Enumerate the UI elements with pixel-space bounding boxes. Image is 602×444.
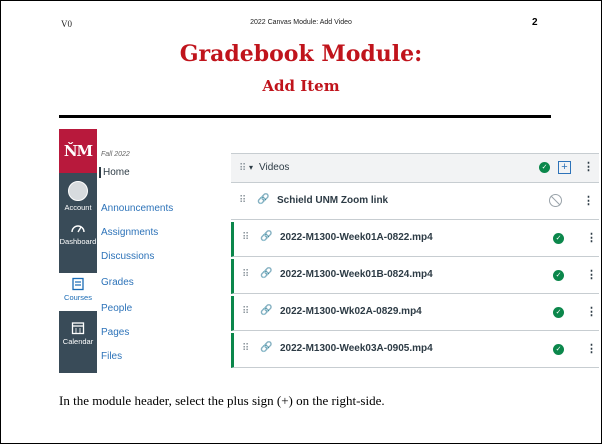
instruction-caption: In the module header, select the plus si… bbox=[59, 393, 385, 408]
published-check-icon[interactable]: ✓ bbox=[553, 307, 564, 318]
calendar-icon bbox=[71, 322, 85, 335]
course-nav-home[interactable]: Home bbox=[99, 167, 130, 178]
slide-header: 2022 Canvas Module: Add Video bbox=[250, 19, 352, 26]
attachment-icon: 🔗 bbox=[260, 268, 273, 279]
module-options-icon[interactable]: ⋮ bbox=[583, 160, 594, 173]
drag-handle-icon[interactable]: ⠿ bbox=[239, 163, 246, 174]
course-nav-discussions[interactable]: Discussions bbox=[101, 251, 154, 262]
drag-handle-icon[interactable]: ⠿ bbox=[239, 195, 246, 206]
drag-handle-icon[interactable]: ⠿ bbox=[242, 343, 249, 354]
global-nav-label: Courses bbox=[64, 293, 92, 302]
drag-handle-icon[interactable]: ⠿ bbox=[242, 306, 249, 317]
collapse-caret-icon[interactable]: ▾ bbox=[249, 163, 253, 172]
course-nav-pages[interactable]: Pages bbox=[101, 327, 129, 338]
module-item-title[interactable]: 2022-M1300-Wk02A-0829.mp4 bbox=[280, 306, 422, 317]
global-nav-label: Dashboard bbox=[59, 237, 97, 246]
title-divider bbox=[59, 115, 551, 118]
item-options-icon[interactable]: ⋮ bbox=[583, 194, 594, 207]
published-check-icon[interactable]: ✓ bbox=[539, 162, 550, 173]
published-check-icon[interactable]: ✓ bbox=[553, 344, 564, 355]
avatar-icon bbox=[68, 181, 88, 201]
item-options-icon[interactable]: ⋮ bbox=[586, 342, 597, 355]
module-item-title[interactable]: 2022-M1300-Week01B-0824.mp4 bbox=[280, 269, 433, 280]
slide-title: Gradebook Module: bbox=[179, 41, 423, 67]
item-options-icon[interactable]: ⋮ bbox=[586, 231, 597, 244]
module-item-row[interactable]: ⠿ 🔗 2022-M1300-Week01A-0822.mp4 ✓ ⋮ bbox=[231, 222, 599, 257]
global-nav-account[interactable]: Account bbox=[59, 181, 97, 212]
module-item-row[interactable]: ⠿ 🔗 2022-M1300-Wk02A-0829.mp4 ✓ ⋮ bbox=[231, 296, 599, 331]
module-header[interactable]: ⠿ ▾ Videos ✓ + ⋮ bbox=[231, 153, 599, 183]
slide-subtitle: Add Item bbox=[262, 77, 340, 95]
attachment-icon: 🔗 bbox=[260, 305, 273, 316]
item-options-icon[interactable]: ⋮ bbox=[586, 268, 597, 281]
module-item-row[interactable]: ⠿ 🔗 Schield UNM Zoom link ⋮ bbox=[231, 185, 599, 220]
module-item-row[interactable]: ⠿ 🔗 2022-M1300-Week03A-0905.mp4 ✓ ⋮ bbox=[231, 333, 599, 368]
published-check-icon[interactable]: ✓ bbox=[553, 233, 564, 244]
global-nav-label: Calendar bbox=[62, 337, 94, 346]
canvas-screenshot: ŇM Account Dashboard Courses Calendar Fa… bbox=[59, 129, 599, 373]
course-nav-announcements[interactable]: Announcements bbox=[101, 203, 173, 214]
global-nav: ŇM Account Dashboard Courses Calendar bbox=[59, 129, 97, 373]
course-nav-people[interactable]: People bbox=[101, 303, 132, 314]
slide: V0 2022 Canvas Module: Add Video 2 Grade… bbox=[0, 0, 602, 444]
page-number: 2 bbox=[532, 17, 538, 28]
global-nav-courses[interactable]: Courses bbox=[59, 273, 97, 311]
modules-list: ⠿ ▾ Videos ✓ + ⋮ ⠿ 🔗 Schield UNM Zoom li… bbox=[231, 129, 599, 373]
attachment-icon: 🔗 bbox=[260, 231, 273, 242]
attachment-icon: 🔗 bbox=[260, 342, 273, 353]
unm-logo[interactable]: ŇM bbox=[59, 129, 97, 173]
link-icon: 🔗 bbox=[257, 194, 270, 205]
global-nav-label: Account bbox=[64, 203, 92, 212]
add-item-plus-icon[interactable]: + bbox=[558, 161, 571, 174]
global-nav-calendar[interactable]: Calendar bbox=[59, 321, 97, 346]
dashboard-icon bbox=[71, 225, 85, 233]
term-label: Fall 2022 bbox=[101, 151, 130, 158]
item-options-icon[interactable]: ⋮ bbox=[586, 305, 597, 318]
module-item-title[interactable]: 2022-M1300-Week01A-0822.mp4 bbox=[280, 232, 433, 243]
published-check-icon[interactable]: ✓ bbox=[553, 270, 564, 281]
course-nav-assignments[interactable]: Assignments bbox=[101, 227, 158, 238]
module-item-title[interactable]: Schield UNM Zoom link bbox=[277, 195, 388, 206]
module-item-row[interactable]: ⠿ 🔗 2022-M1300-Week01B-0824.mp4 ✓ ⋮ bbox=[231, 259, 599, 294]
drag-handle-icon[interactable]: ⠿ bbox=[242, 269, 249, 280]
unpublished-icon[interactable] bbox=[549, 194, 562, 207]
course-nav-grades[interactable]: Grades bbox=[101, 277, 134, 288]
module-title: Videos bbox=[259, 162, 290, 173]
global-nav-dashboard[interactable]: Dashboard bbox=[59, 221, 97, 246]
course-nav: Fall 2022 Home Announcements Assignments… bbox=[97, 129, 229, 373]
drag-handle-icon[interactable]: ⠿ bbox=[242, 232, 249, 243]
course-nav-files[interactable]: Files bbox=[101, 351, 122, 362]
book-icon bbox=[72, 277, 84, 291]
module-item-title[interactable]: 2022-M1300-Week03A-0905.mp4 bbox=[280, 343, 433, 354]
